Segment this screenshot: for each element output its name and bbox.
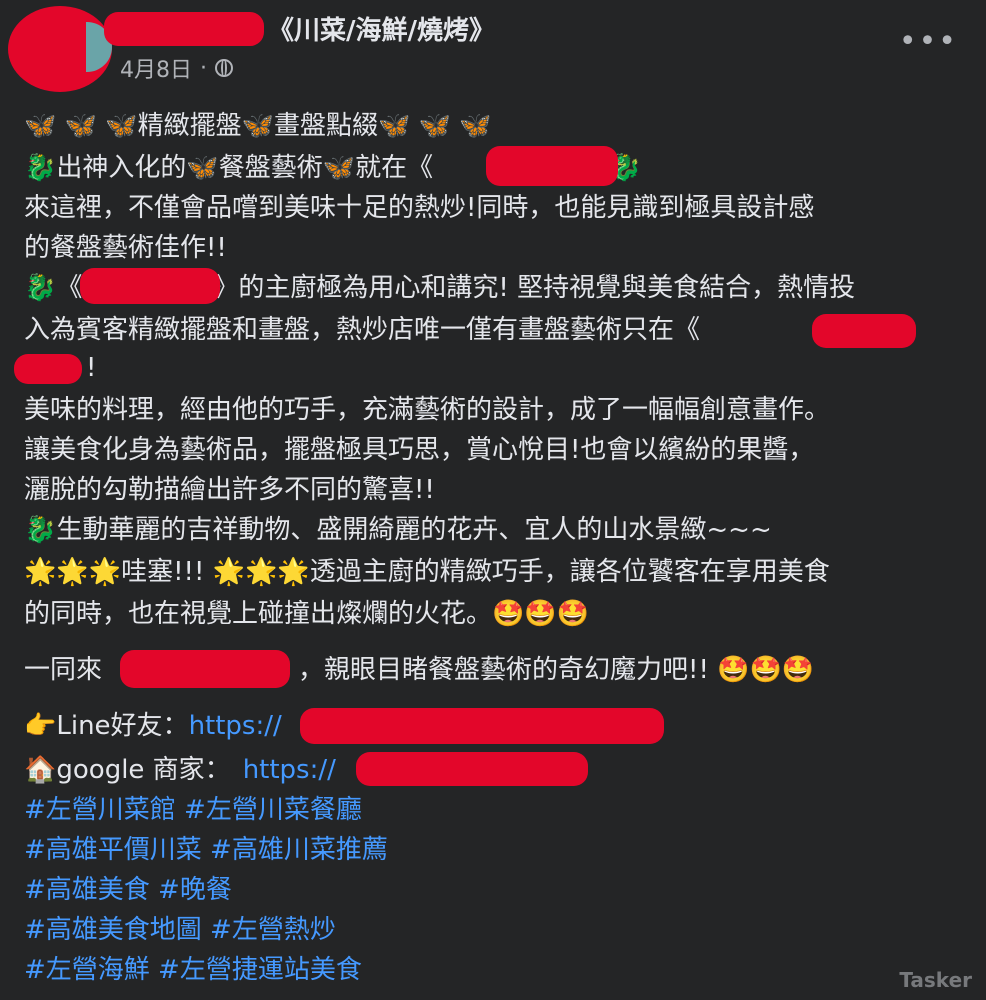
page-title[interactable]: 《川菜/海鮮/燒烤》 (268, 10, 495, 47)
redaction-2 (486, 146, 618, 186)
post-meta: 4月8日 · (120, 52, 233, 84)
redaction-google-url (356, 752, 588, 786)
google-business-row: 🏠google 商家： https:// (24, 752, 336, 788)
more-options-icon[interactable]: ••• (899, 24, 958, 59)
globe-icon (215, 59, 233, 77)
hashtag-row-5[interactable]: #左營海鮮 #左營捷運站美食 (24, 952, 362, 988)
body-line-3: 來這裡，不僅會品嚐到美味十足的熱炒!同時，也能見識到極具設計感 (24, 193, 815, 223)
body-line-6: 入為賓客精緻擺盤和畫盤，熱炒店唯一僅有畫盤藝術只在《 (24, 315, 701, 345)
hashtag-row-2[interactable]: #高雄平價川菜 #高雄川菜推薦 (24, 832, 388, 868)
redaction-6 (812, 314, 916, 348)
body-line-10: 灑脫的勾勒描繪出許多不同的驚喜!! (24, 475, 435, 505)
body-line-13: 的同時，也在視覺上碰撞出燦爛的火花。🤩🤩🤩 (24, 599, 590, 629)
hashtag-row-4[interactable]: #高雄美食地圖 #左營熱炒 (24, 912, 336, 948)
body-line-12: 🌟🌟🌟哇塞!!! 🌟🌟🌟透過主廚的精緻巧手，讓各位饕客在享用美食 (24, 557, 830, 587)
tasker-watermark: Tasker (899, 968, 972, 992)
body-line-11: 🐉生動華麗的吉祥動物、盛開綺麗的花卉、宜人的山水景緻~~~ (24, 515, 772, 545)
line-label: 👉Line好友： (24, 711, 189, 741)
body-line-7: ! (86, 353, 97, 383)
body-line-8: 美味的料理，經由他的巧手，充滿藝術的設計，成了一幅幅創意畫作。 (24, 395, 831, 425)
google-label: 🏠google 商家： (24, 755, 231, 785)
google-link[interactable]: https:// (243, 755, 336, 785)
hashtag-row-1[interactable]: #左營川菜館 #左營川菜餐廳 (24, 792, 362, 828)
redaction-7 (14, 354, 82, 384)
redaction-line-url (300, 708, 664, 744)
post-date[interactable]: 4月8日 (120, 52, 192, 84)
redaction-5 (80, 268, 220, 304)
body-line-4: 的餐盤藝術佳作!! (24, 233, 227, 263)
hashtag-row-3[interactable]: #高雄美食 #晚餐 (24, 872, 232, 908)
body-line-9: 讓美食化身為藝術品，擺盤極具巧思，賞心悅目!也會以繽紛的果醬， (24, 435, 815, 465)
body-line-1: 🦋 🦋 🦋精緻擺盤🦋畫盤點綴🦋 🦋 🦋 (24, 111, 492, 141)
page-name-redacted (104, 12, 264, 46)
line-link[interactable]: https:// (189, 711, 282, 741)
redaction-14 (120, 650, 290, 688)
line-friend-row: 👉Line好友：https:// (24, 708, 282, 744)
meta-separator: · (200, 55, 207, 81)
